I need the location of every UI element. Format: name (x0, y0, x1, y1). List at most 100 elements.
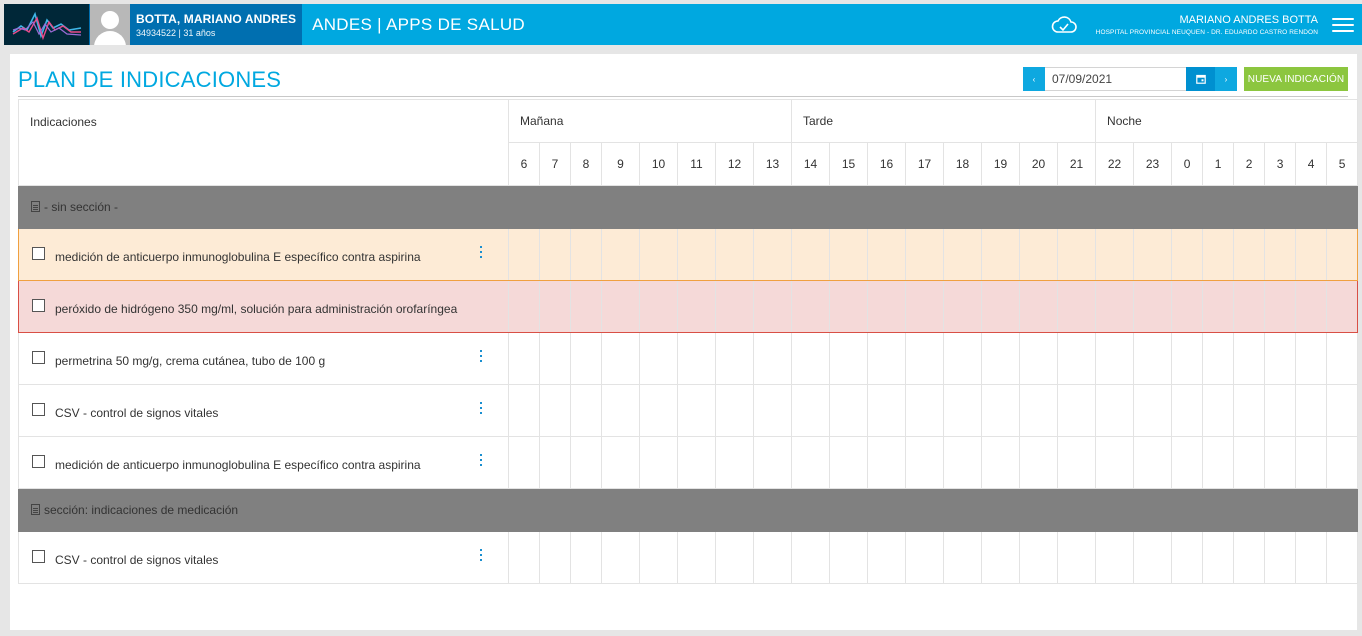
hour-cell[interactable] (791, 531, 830, 584)
hour-cell[interactable] (905, 280, 944, 333)
hour-cell[interactable] (1133, 332, 1173, 385)
hour-cell[interactable] (943, 384, 982, 437)
hour-cell[interactable] (943, 436, 982, 489)
hour-cell[interactable] (943, 228, 982, 281)
hour-cell[interactable] (905, 531, 944, 584)
hour-cell[interactable] (601, 228, 640, 281)
hour-cell[interactable] (1056, 384, 1097, 437)
hour-cell[interactable] (1056, 332, 1097, 385)
hour-cell[interactable] (1202, 332, 1235, 385)
hour-cell[interactable] (1095, 436, 1135, 489)
hour-cell[interactable] (639, 228, 678, 281)
hour-cell[interactable] (1233, 280, 1266, 333)
hour-cell[interactable] (753, 531, 792, 584)
hour-cell[interactable] (1133, 384, 1173, 437)
hour-cell[interactable] (791, 332, 830, 385)
hour-cell[interactable] (539, 280, 571, 333)
hour-cell[interactable] (1095, 228, 1135, 281)
hour-cell[interactable] (601, 384, 640, 437)
hour-cell[interactable] (508, 332, 540, 385)
hour-cell[interactable] (791, 436, 830, 489)
hour-cell[interactable] (1233, 384, 1266, 437)
hour-cell[interactable] (1133, 228, 1173, 281)
hour-cell[interactable] (1264, 280, 1297, 333)
hour-cell[interactable] (791, 384, 830, 437)
hour-cell[interactable] (1264, 332, 1297, 385)
hour-cell[interactable] (1056, 228, 1097, 281)
prev-day-button[interactable]: ‹ (1023, 67, 1045, 91)
indication-row[interactable]: peróxido de hidrógeno 350 mg/ml, solució… (18, 280, 1359, 333)
kebab-menu-icon[interactable] (480, 453, 484, 466)
hour-cell[interactable] (570, 384, 602, 437)
hour-cell[interactable] (1171, 531, 1204, 584)
hour-cell[interactable] (570, 280, 602, 333)
hour-cell[interactable] (1056, 531, 1097, 584)
hour-cell[interactable] (867, 332, 906, 385)
hour-cell[interactable] (539, 436, 571, 489)
hour-cell[interactable] (1095, 384, 1135, 437)
row-checkbox[interactable] (32, 351, 45, 365)
hour-cell[interactable] (1326, 531, 1359, 584)
indication-row[interactable]: medición de anticuerpo inmunoglobulina E… (18, 228, 1359, 281)
hour-cell[interactable] (715, 280, 754, 333)
hour-cell[interactable] (601, 280, 640, 333)
hour-cell[interactable] (1171, 384, 1204, 437)
hour-cell[interactable] (601, 531, 640, 584)
row-checkbox[interactable] (32, 247, 45, 261)
hour-cell[interactable] (1264, 531, 1297, 584)
hour-cell[interactable] (829, 228, 868, 281)
row-checkbox[interactable] (32, 403, 45, 417)
calendar-button[interactable] (1186, 67, 1215, 91)
row-checkbox[interactable] (32, 299, 45, 313)
hour-cell[interactable] (508, 436, 540, 489)
indication-row[interactable]: CSV - control de signos vitales (18, 384, 1359, 437)
cloud-check-icon[interactable] (1050, 15, 1078, 35)
hour-cell[interactable] (1171, 228, 1204, 281)
hour-cell[interactable] (508, 384, 540, 437)
hour-cell[interactable] (943, 332, 982, 385)
hour-cell[interactable] (601, 436, 640, 489)
date-input[interactable] (1045, 67, 1186, 91)
hour-cell[interactable] (1264, 436, 1297, 489)
hour-cell[interactable] (677, 228, 716, 281)
hour-cell[interactable] (539, 228, 571, 281)
hour-cell[interactable] (791, 280, 830, 333)
kebab-menu-icon[interactable] (480, 548, 484, 561)
hour-cell[interactable] (570, 332, 602, 385)
hour-cell[interactable] (905, 228, 944, 281)
hour-cell[interactable] (791, 228, 830, 281)
hour-cell[interactable] (1019, 384, 1058, 437)
hour-cell[interactable] (829, 384, 868, 437)
hour-cell[interactable] (867, 228, 906, 281)
hour-cell[interactable] (829, 436, 868, 489)
hour-cell[interactable] (867, 384, 906, 437)
hour-cell[interactable] (1233, 436, 1266, 489)
hour-cell[interactable] (1095, 332, 1135, 385)
hour-cell[interactable] (867, 280, 906, 333)
user-info[interactable]: MARIANO ANDRES BOTTA HOSPITAL PROVINCIAL… (1096, 14, 1318, 36)
hour-cell[interactable] (677, 332, 716, 385)
hour-cell[interactable] (715, 384, 754, 437)
hour-cell[interactable] (677, 384, 716, 437)
hour-cell[interactable] (1019, 531, 1058, 584)
hour-cell[interactable] (715, 436, 754, 489)
hour-cell[interactable] (677, 531, 716, 584)
kebab-menu-icon[interactable] (480, 401, 484, 414)
patient-card[interactable]: BOTTA, MARIANO ANDRES 34934522 | 31 años (89, 4, 303, 45)
hour-cell[interactable] (1095, 531, 1135, 584)
new-indication-button[interactable]: NUEVA INDICACIÓN (1244, 67, 1348, 91)
hour-cell[interactable] (867, 436, 906, 489)
hour-cell[interactable] (508, 531, 540, 584)
hour-cell[interactable] (753, 436, 792, 489)
hour-cell[interactable] (829, 280, 868, 333)
hour-cell[interactable] (981, 228, 1020, 281)
hour-cell[interactable] (1202, 280, 1235, 333)
hour-cell[interactable] (1202, 436, 1235, 489)
hour-cell[interactable] (905, 332, 944, 385)
hour-cell[interactable] (508, 228, 540, 281)
hour-cell[interactable] (1326, 384, 1359, 437)
hour-cell[interactable] (1295, 384, 1328, 437)
hour-cell[interactable] (1233, 332, 1266, 385)
hour-cell[interactable] (1019, 280, 1058, 333)
hamburger-menu-icon[interactable] (1332, 15, 1354, 35)
